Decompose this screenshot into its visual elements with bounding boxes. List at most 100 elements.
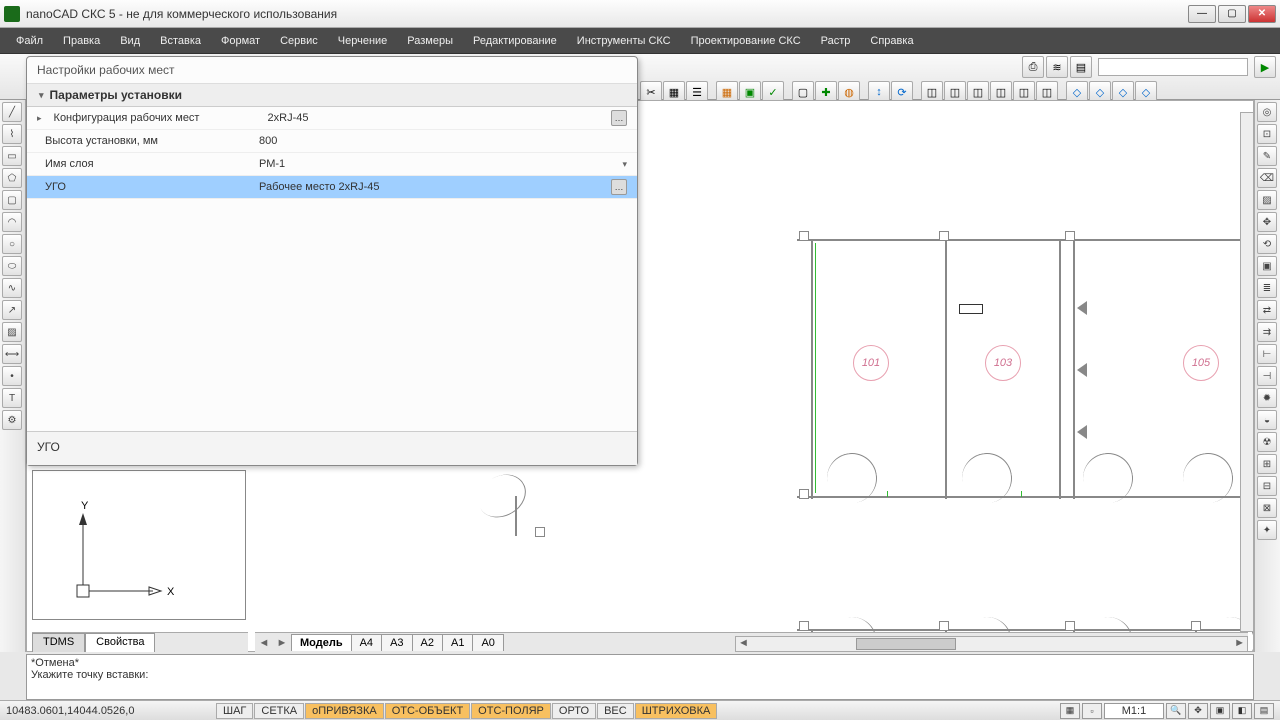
- prop-row-ugo[interactable]: УГО Рабочее место 2xRJ-45…: [27, 176, 637, 199]
- maximize-button[interactable]: ▢: [1218, 5, 1246, 23]
- rr-rotate-icon[interactable]: ⟲: [1257, 234, 1277, 254]
- rr-star-icon[interactable]: ✦: [1257, 520, 1277, 540]
- menu-sks-tools[interactable]: Инструменты СКС: [567, 31, 681, 51]
- statusbar: 10483.0601,14044.0526,0 ШАГСЕТКАоПРИВЯЗК…: [0, 700, 1280, 720]
- lr-line-icon[interactable]: ╱: [2, 102, 22, 122]
- status-paper-icon[interactable]: ▫: [1082, 703, 1102, 719]
- tab-nav-prev[interactable]: ◄: [255, 637, 273, 649]
- rr-fit-icon[interactable]: ▣: [1257, 256, 1277, 276]
- status-flag-орто[interactable]: ОРТО: [552, 703, 596, 719]
- tool-print-icon[interactable]: ⎙: [1022, 56, 1044, 78]
- lr-hatch-icon[interactable]: ▨: [2, 322, 22, 342]
- preview-pane: Y X: [32, 470, 246, 620]
- lr-spline-icon[interactable]: ∿: [2, 278, 22, 298]
- menu-service[interactable]: Сервис: [270, 31, 328, 51]
- menu-view[interactable]: Вид: [110, 31, 150, 51]
- rr-move-icon[interactable]: ✥: [1257, 212, 1277, 232]
- menu-dimensions[interactable]: Размеры: [397, 31, 463, 51]
- status-zoom-icon[interactable]: 🔍: [1166, 703, 1186, 719]
- rr-palette-icon[interactable]: ◒: [1257, 410, 1277, 430]
- rr-h3-icon[interactable]: ⊠: [1257, 498, 1277, 518]
- rr-h2-icon[interactable]: ⊟: [1257, 476, 1277, 496]
- status-win-icon[interactable]: ▣: [1210, 703, 1230, 719]
- tab-a1[interactable]: A1: [442, 634, 473, 651]
- rr-pen-icon[interactable]: ✎: [1257, 146, 1277, 166]
- tab-model[interactable]: Модель: [291, 634, 352, 651]
- status-flag-штриховка[interactable]: ШТРИХОВКА: [635, 703, 718, 719]
- menu-draw[interactable]: Черчение: [328, 31, 398, 51]
- lr-dim-icon[interactable]: ⟷: [2, 344, 22, 364]
- lr-poly-icon[interactable]: ⬠: [2, 168, 22, 188]
- lr-ellipse-icon[interactable]: ⬭: [2, 256, 22, 276]
- status-extra-icon[interactable]: ▤: [1254, 703, 1274, 719]
- menu-insert[interactable]: Вставка: [150, 31, 211, 51]
- rr-mirror-icon[interactable]: ⇄: [1257, 300, 1277, 320]
- tab-a2[interactable]: A2: [412, 634, 443, 651]
- dropdown-icon[interactable]: ▾: [622, 159, 627, 170]
- tool-layers-icon[interactable]: ≋: [1046, 56, 1068, 78]
- status-model-icon[interactable]: ▦: [1060, 703, 1080, 719]
- prop-row-layer[interactable]: Имя слоя РМ-1▾: [27, 153, 637, 176]
- rr-node-icon[interactable]: ⊡: [1257, 124, 1277, 144]
- menu-edit[interactable]: Правка: [53, 31, 110, 51]
- status-coords: 10483.0601,14044.0526,0: [6, 705, 216, 717]
- tab-a0[interactable]: A0: [472, 634, 503, 651]
- lr-rect-icon[interactable]: ▭: [2, 146, 22, 166]
- lr-box-icon[interactable]: ▢: [2, 190, 22, 210]
- scroll-thumb[interactable]: [856, 638, 956, 650]
- scroll-left-icon[interactable]: ◄: [738, 637, 749, 649]
- command-line[interactable]: *Отмена* Укажите точку вставки:: [26, 654, 1254, 700]
- status-flag-отс-объект[interactable]: ОТС-ОБЪЕКТ: [385, 703, 470, 719]
- rr-trim-icon[interactable]: ⊢: [1257, 344, 1277, 364]
- prop-row-height[interactable]: Высота установки, мм 800: [27, 130, 637, 153]
- status-pan-icon[interactable]: ✥: [1188, 703, 1208, 719]
- ellipsis-button[interactable]: …: [611, 110, 627, 126]
- rr-extend-icon[interactable]: ⊣: [1257, 366, 1277, 386]
- status-flag-сетка[interactable]: СЕТКА: [254, 703, 304, 719]
- menu-help[interactable]: Справка: [860, 31, 923, 51]
- minimize-button[interactable]: —: [1188, 5, 1216, 23]
- side-tab-tdms[interactable]: TDMS: [32, 633, 85, 652]
- menu-format[interactable]: Формат: [211, 31, 270, 51]
- status-scale[interactable]: М1:1: [1104, 703, 1164, 719]
- menu-raster[interactable]: Растр: [811, 31, 861, 51]
- status-flag-отс-поляр[interactable]: ОТС-ПОЛЯР: [471, 703, 551, 719]
- rr-explode-icon[interactable]: ✹: [1257, 388, 1277, 408]
- rr-bomb-icon[interactable]: ☢: [1257, 432, 1277, 452]
- status-clean-icon[interactable]: ◧: [1232, 703, 1252, 719]
- menu-modify[interactable]: Редактирование: [463, 31, 567, 51]
- lr-arc-icon[interactable]: ◠: [2, 212, 22, 232]
- lr-point-icon[interactable]: •: [2, 366, 22, 386]
- ellipsis-button[interactable]: …: [611, 179, 627, 195]
- prop-row-config[interactable]: ▸ Конфигурация рабочих мест 2xRJ-45…: [27, 107, 637, 130]
- scroll-right-icon[interactable]: ►: [1234, 637, 1245, 649]
- horizontal-scrollbar[interactable]: ◄ ►: [735, 636, 1248, 652]
- toolbar-input[interactable]: [1098, 58, 1248, 76]
- lr-text-icon[interactable]: T: [2, 388, 22, 408]
- lr-settings-icon[interactable]: ⚙: [2, 410, 22, 430]
- rr-offset-icon[interactable]: ⇉: [1257, 322, 1277, 342]
- tab-a3[interactable]: A3: [381, 634, 412, 651]
- rr-layer-icon[interactable]: ≣: [1257, 278, 1277, 298]
- rr-hatch-icon[interactable]: ▨: [1257, 190, 1277, 210]
- rr-snap-icon[interactable]: ◎: [1257, 102, 1277, 122]
- menu-file[interactable]: Файл: [6, 31, 53, 51]
- lr-circle-icon[interactable]: ○: [2, 234, 22, 254]
- side-tab-properties[interactable]: Свойства: [85, 633, 155, 652]
- rr-erase-icon[interactable]: ⌫: [1257, 168, 1277, 188]
- lr-pline-icon[interactable]: ⌇: [2, 124, 22, 144]
- menu-sks-design[interactable]: Проектирование СКС: [681, 31, 811, 51]
- tool-page-icon[interactable]: ▤: [1070, 56, 1092, 78]
- status-flag-опривязка[interactable]: оПРИВЯЗКА: [305, 703, 384, 719]
- close-button[interactable]: ✕: [1248, 5, 1276, 23]
- lr-ray-icon[interactable]: ↗: [2, 300, 22, 320]
- status-flag-шаг[interactable]: ШАГ: [216, 703, 253, 719]
- rr-h1-icon[interactable]: ⊞: [1257, 454, 1277, 474]
- tool-run-icon[interactable]: ▶: [1254, 56, 1276, 78]
- tab-nav-next[interactable]: ►: [273, 637, 291, 649]
- vertical-scrollbar[interactable]: [1240, 112, 1254, 632]
- tab-a4[interactable]: A4: [351, 634, 382, 651]
- panel-section-header[interactable]: Параметры установки: [27, 84, 637, 107]
- prop-label: Конфигурация рабочих мест: [46, 112, 264, 124]
- status-flag-вес[interactable]: ВЕС: [597, 703, 634, 719]
